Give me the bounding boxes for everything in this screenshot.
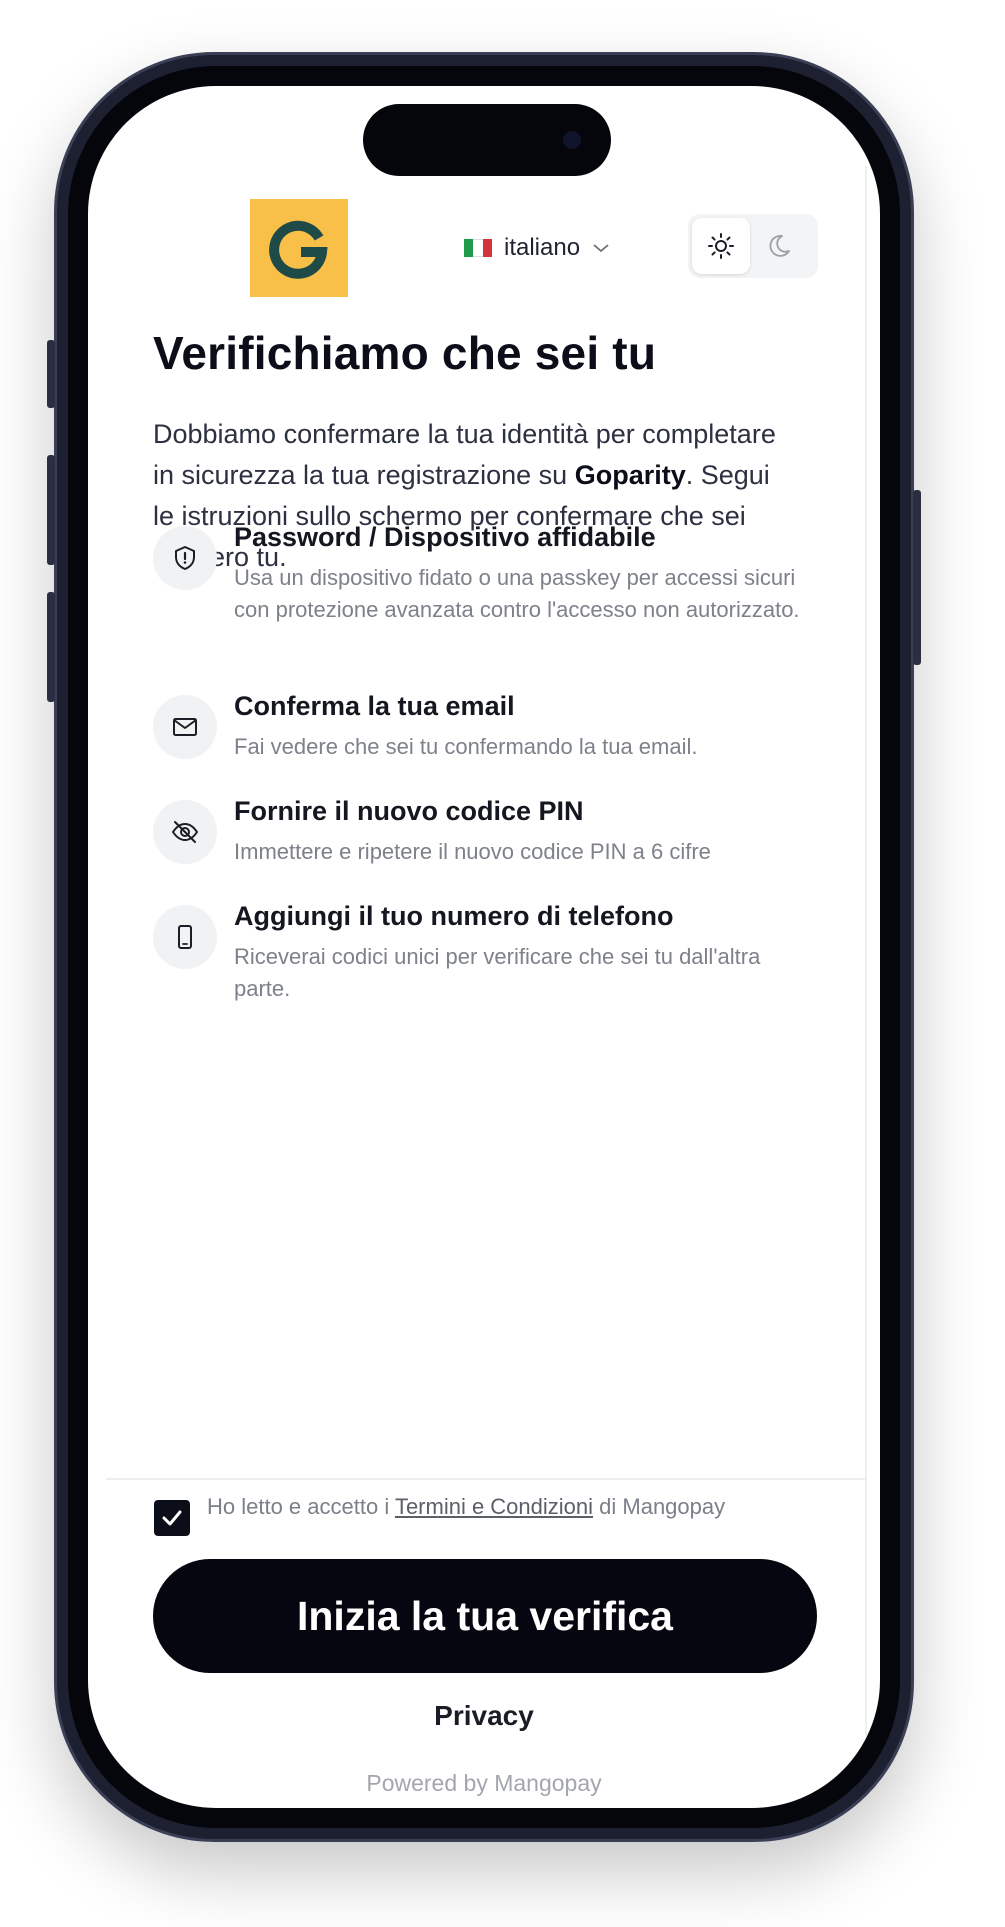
start-verification-button[interactable]: Inizia la tua verifica — [153, 1559, 817, 1673]
dynamic-island — [363, 104, 611, 176]
step-icon-wrapper — [153, 905, 217, 969]
content-edge — [865, 166, 867, 1766]
language-label: italiano — [504, 234, 581, 261]
terms-checkbox[interactable] — [154, 1500, 190, 1536]
intro-text: Dobbiamo confermare la tua identità per … — [153, 414, 793, 578]
phone-icon — [178, 925, 192, 949]
step-title: Password / Dispositivo affidabile — [234, 522, 656, 552]
step-icon-wrapper — [153, 695, 217, 759]
step-title: Fornire il nuovo codice PIN — [234, 796, 584, 826]
eye-off-icon — [171, 821, 199, 843]
terms-text: Ho letto e accetto i Termini e Condizion… — [207, 1490, 767, 1523]
language-selector[interactable]: italiano — [464, 230, 610, 266]
intro-brand: Goparity — [574, 460, 686, 490]
phone-screen: italiano Verifichiamo che sei tu Dobbiam… — [88, 86, 880, 1808]
footer-divider — [106, 1478, 866, 1480]
terms-before: Ho letto e accetto i — [207, 1494, 395, 1519]
front-camera — [563, 131, 581, 149]
step-icon-wrapper — [153, 800, 217, 864]
dark-theme-button[interactable] — [750, 218, 808, 274]
step-title: Aggiungi il tuo numero di telefono — [234, 901, 674, 931]
step-description: Riceverai codici unici per verificare ch… — [234, 944, 761, 1001]
sun-icon — [708, 233, 734, 259]
action-button — [47, 340, 55, 408]
moon-icon — [769, 235, 790, 257]
logo-g-mark — [269, 220, 328, 279]
privacy-link[interactable]: Privacy — [88, 1700, 880, 1732]
volume-down-button — [47, 592, 55, 702]
page-title: Verifichiamo che sei tu — [153, 327, 657, 379]
terms-after: di Mangopay — [593, 1494, 726, 1519]
power-button — [913, 490, 921, 665]
italy-flag-icon — [464, 239, 492, 257]
step-title: Conferma la tua email — [234, 691, 515, 721]
step-description: Usa un dispositivo fidato o una passkey … — [234, 565, 800, 622]
checkmark-icon — [162, 1510, 182, 1526]
step-description: Fai vedere che sei tu confermando la tua… — [234, 734, 698, 759]
goparity-logo — [250, 199, 348, 297]
theme-toggle — [688, 214, 818, 278]
step-icon-wrapper — [153, 526, 217, 590]
light-theme-button[interactable] — [692, 218, 750, 274]
volume-up-button — [47, 455, 55, 565]
step-description: Immettere e ripetere il nuovo codice PIN… — [234, 839, 711, 864]
terms-link[interactable]: Termini e Condizioni — [395, 1494, 593, 1519]
chevron-down-icon — [593, 244, 609, 253]
powered-by-text: Powered by Mangopay — [366, 1770, 602, 1796]
mail-icon — [173, 718, 197, 736]
shield-icon — [175, 546, 195, 570]
